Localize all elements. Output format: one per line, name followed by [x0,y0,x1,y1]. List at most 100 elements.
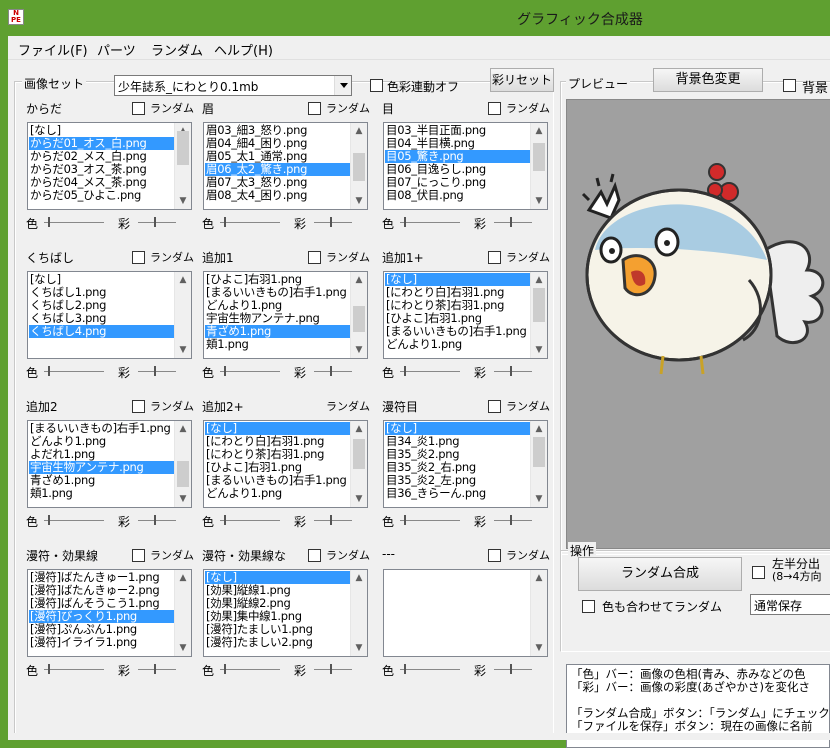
listbox-scrollbar[interactable]: ▲▼ [350,570,367,656]
saturation-slider[interactable] [314,669,352,670]
listbox-scrollbar[interactable]: ▲▼ [174,272,191,358]
list-item[interactable]: からだ03_オス_茶.png [29,163,174,176]
list-item[interactable]: [にわとり白]右羽1.png [385,286,530,299]
scroll-down-icon[interactable]: ▼ [351,342,367,358]
list-item[interactable]: よだれ1.png [29,448,174,461]
color-random-checkbox[interactable] [582,600,595,613]
saturation-slider-thumb[interactable] [154,515,156,525]
saturation-slider[interactable] [138,371,176,372]
listbox-scrollbar[interactable]: ▲▼ [350,123,367,209]
part-panel-listbox[interactable]: 眉03_細3_怒り.png 眉04_細4_困り.png 眉05_太1_通常.png 眉… [203,122,368,210]
saturation-slider-thumb[interactable] [154,217,156,227]
saturation-slider[interactable] [494,371,532,372]
scroll-up-icon[interactable]: ▲ [175,570,191,586]
chevron-down-icon[interactable] [334,76,351,95]
saturation-slider[interactable] [314,371,352,372]
list-item[interactable]: 眉03_細3_怒り.png [205,124,350,137]
scroll-thumb[interactable] [353,153,365,181]
scroll-up-icon[interactable]: ▲ [351,123,367,139]
color-slider[interactable] [400,222,460,223]
part-panel-random-checkbox[interactable] [488,400,501,413]
scroll-thumb[interactable] [533,288,545,322]
list-item[interactable]: [漫符]ばんそうこう1.png [29,597,174,610]
list-item[interactable]: 目35_炎2.png [385,448,530,461]
list-item[interactable]: 眉05_太1_通常.png [205,150,350,163]
random-compose-button[interactable]: ランダム合成 [578,557,742,591]
scroll-up-icon[interactable]: ▲ [175,421,191,437]
list-item[interactable]: 眉08_太4_困り.png [205,189,350,202]
list-item[interactable]: [なし] [29,273,174,286]
part-panel-random-checkbox[interactable] [132,102,145,115]
list-item[interactable]: [ひよこ]右羽1.png [205,273,350,286]
list-item[interactable]: 宇宙生物アンテナ.png [29,461,174,474]
color-slider-thumb[interactable] [224,366,226,376]
list-item[interactable]: 目35_炎2_右.png [385,461,530,474]
menu-random[interactable]: ランダム [151,40,203,59]
menu-help[interactable]: ヘルプ(H) [214,40,273,59]
part-panel-listbox[interactable]: [なし] [にわとり白]右羽1.png [にわとり茶]右羽1.png [ひよこ]右羽1… [383,271,548,359]
color-slider[interactable] [220,222,280,223]
menu-file[interactable]: ファイル(F) [18,40,88,59]
saturation-slider[interactable] [494,520,532,521]
background-checkbox[interactable] [783,79,796,92]
scroll-down-icon[interactable]: ▼ [351,193,367,209]
list-item[interactable]: どんより1.png [205,299,350,312]
saturation-slider-thumb[interactable] [330,515,332,525]
scroll-down-icon[interactable]: ▼ [175,640,191,656]
save-mode-select[interactable]: 通常保存 [750,594,830,615]
part-panel-random-checkbox[interactable] [488,102,501,115]
scroll-down-icon[interactable]: ▼ [351,640,367,656]
color-slider-thumb[interactable] [404,217,406,227]
saturation-slider[interactable] [138,520,176,521]
list-item[interactable]: くちばし1.png [29,286,174,299]
scroll-down-icon[interactable]: ▼ [531,491,547,507]
scroll-thumb[interactable] [533,143,545,171]
split-checkbox[interactable] [752,566,765,579]
scroll-up-icon[interactable]: ▲ [351,421,367,437]
scroll-up-icon[interactable]: ▲ [531,421,547,437]
list-item[interactable]: くちばし4.png [29,325,174,338]
list-item[interactable]: くちばし2.png [29,299,174,312]
scroll-down-icon[interactable]: ▼ [351,491,367,507]
saturation-slider-thumb[interactable] [330,217,332,227]
menu-parts[interactable]: パーツ [97,40,136,59]
scroll-thumb[interactable] [353,439,365,469]
scroll-thumb[interactable] [177,131,189,165]
list-item[interactable]: [まるいいきもの]右手1.png [385,325,530,338]
list-item[interactable]: [まるいいきもの]右手1.png [29,422,174,435]
part-panel-listbox[interactable]: [まるいいきもの]右手1.png どんより1.png よだれ1.png 宇宙生物アンテ… [27,420,192,508]
color-slider-thumb[interactable] [404,664,406,674]
part-panel-listbox[interactable]: ▲ ▼ [383,569,548,657]
part-panel-listbox[interactable]: [なし] からだ01_オス_白.png からだ02_メス_白.png からだ03_オス… [27,122,192,210]
part-panel-random-checkbox[interactable] [308,102,321,115]
list-item[interactable]: [なし] [29,124,174,137]
list-item[interactable]: [漫符]たましい2.png [205,636,350,649]
color-slider-thumb[interactable] [224,217,226,227]
saturation-slider-thumb[interactable] [510,664,512,674]
list-item[interactable]: 目35_炎2_左.png [385,474,530,487]
listbox-scrollbar[interactable]: ▲▼ [530,272,547,358]
list-item[interactable]: [ひよこ]右羽1.png [205,461,350,474]
saturation-slider[interactable] [494,669,532,670]
saturation-slider-thumb[interactable] [154,366,156,376]
scroll-down-icon[interactable]: ▼ [531,342,547,358]
color-slider[interactable] [220,371,280,372]
part-panel-random-checkbox[interactable] [308,251,321,264]
part-panel-listbox[interactable]: [なし] 目34_炎1.png 目35_炎2.png 目35_炎2_右.png 目35_… [383,420,548,508]
list-item[interactable]: [にわとり茶]右羽1.png [205,448,350,461]
saturation-slider-thumb[interactable] [154,664,156,674]
list-item[interactable]: [漫符]びっくり1.png [29,610,174,623]
saturation-slider-thumb[interactable] [330,664,332,674]
saturation-slider-thumb[interactable] [510,217,512,227]
list-item[interactable]: 目07_にっこり.png [385,176,530,189]
scroll-down-icon[interactable]: ▼ [531,640,547,656]
list-item[interactable]: 目03_半目正面.png [385,124,530,137]
list-item[interactable]: 眉07_太3_怒り.png [205,176,350,189]
part-panel-random-checkbox[interactable] [308,549,321,562]
part-panel-listbox[interactable]: [なし] [効果]縦線1.png [効果]縦線2.png [効果]集中線1.png [漫… [203,569,368,657]
part-panel-listbox[interactable]: [漫符]ばたんきゅー1.png [漫符]ばたんきゅー2.png [漫符]ばんそうこう… [27,569,192,657]
list-item[interactable]: [効果]縦線2.png [205,597,350,610]
scroll-down-icon[interactable]: ▼ [175,342,191,358]
part-panel-listbox[interactable]: 目03_半目正面.png 目04_半目横.png 目05_驚き.png 目06_目逸ら… [383,122,548,210]
title-bar[interactable]: N PE グラフィック合成器 [0,0,830,36]
